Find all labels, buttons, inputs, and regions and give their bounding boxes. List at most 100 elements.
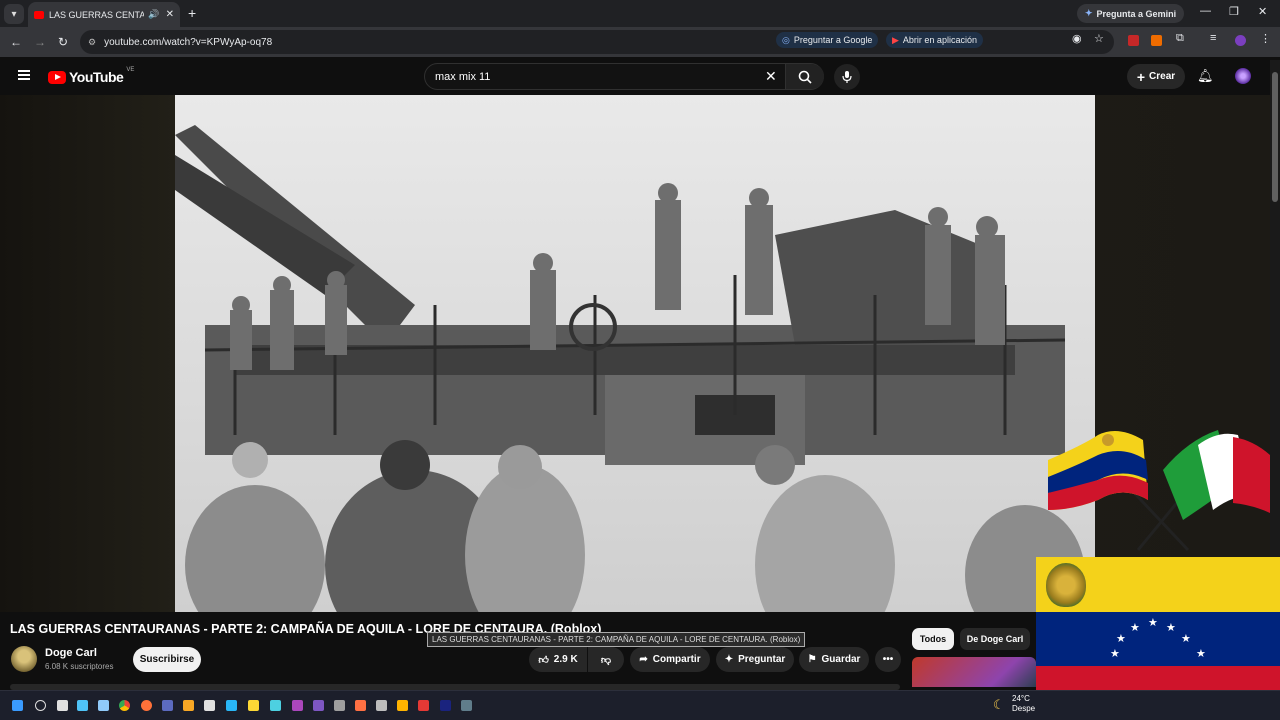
search-icon — [798, 70, 812, 84]
app-icon[interactable] — [270, 700, 281, 711]
create-label: Crear — [1149, 71, 1176, 82]
temperature: 24°C — [1012, 694, 1030, 703]
address-bar-row: ← → ↻ ⚙ youtube.com/watch?v=KPWyAp-oq78 … — [0, 27, 1280, 57]
reload-icon[interactable]: ↻ — [58, 35, 68, 49]
file-explorer-icon[interactable] — [183, 700, 194, 711]
task-view-icon[interactable] — [57, 700, 68, 711]
app-icon[interactable] — [248, 700, 259, 711]
save-button[interactable]: ⚑ Guardar — [799, 647, 869, 672]
forward-icon[interactable]: → — [34, 35, 46, 49]
voice-search-button[interactable] — [834, 64, 860, 90]
new-tab-icon[interactable]: + — [188, 5, 196, 21]
like-count: 2.9 K — [553, 654, 578, 665]
gemini-button[interactable]: ✦ Pregunta a Gemini — [1077, 4, 1185, 23]
more-icon: ••• — [882, 654, 894, 665]
windows-taskbar: ☾ 24°C Despe — [0, 690, 1280, 720]
app-icon[interactable] — [226, 700, 237, 711]
eye-icon[interactable]: ◉ — [1072, 32, 1082, 45]
account-avatar[interactable] — [1235, 68, 1251, 84]
sparkle-icon: ✦ — [724, 654, 734, 665]
windows-start-icon[interactable] — [12, 700, 23, 711]
filter-chip-channel[interactable]: De Doge Carl — [960, 628, 1030, 650]
flag-star-icon: ★ — [1148, 617, 1158, 629]
open-app-chip[interactable]: ▶ Abrir en aplicación — [886, 32, 983, 48]
gemini-icon: ✦ — [1085, 8, 1093, 18]
media-control-icon[interactable]: ≡ — [1210, 32, 1216, 44]
search-box: ✕ — [424, 63, 824, 90]
dislike-button[interactable]: 👎︎ — [588, 647, 624, 672]
weather-text: Despe — [1012, 704, 1036, 713]
search-input[interactable] — [425, 70, 755, 83]
app-icon[interactable] — [376, 700, 387, 711]
clear-search-icon[interactable]: ✕ — [765, 68, 777, 85]
close-window-icon[interactable]: ✕ — [1258, 5, 1267, 18]
more-actions-button[interactable]: ••• — [875, 647, 901, 672]
ask-google-chip[interactable]: ◎ Preguntar a Google — [776, 32, 879, 48]
close-tab-icon[interactable]: ✕ — [166, 9, 174, 20]
youtube-logo[interactable]: YouTube VE — [48, 67, 135, 85]
extension-red-icon[interactable] — [1128, 35, 1139, 46]
ask-label: Preguntar — [738, 654, 786, 665]
back-icon[interactable]: ← — [10, 35, 22, 49]
app-icon[interactable] — [418, 700, 429, 711]
like-button[interactable]: 👍︎ 2.9 K — [529, 647, 587, 672]
country-code: VE — [126, 67, 135, 73]
ask-button[interactable]: ✦ Preguntar — [716, 647, 794, 672]
share-label: Compartir — [652, 654, 701, 665]
mail-icon[interactable] — [98, 700, 109, 711]
teams-icon[interactable] — [162, 700, 173, 711]
extension-orange-icon[interactable] — [1151, 35, 1162, 46]
bookmark-star-icon[interactable]: ☆ — [1094, 32, 1104, 45]
share-button[interactable]: ➦ Compartir — [630, 647, 710, 672]
firefox-icon[interactable] — [141, 700, 152, 711]
restore-icon[interactable]: ❐ — [1229, 5, 1239, 18]
copilot-icon[interactable] — [77, 700, 88, 711]
browser-tab-bar: ▾ LAS GUERRAS CENTAURANAS - PARTE 2 🔊 ✕ … — [0, 0, 1280, 27]
tab-search-button[interactable]: ▾ — [4, 4, 24, 24]
recommended-video-thumbnail[interactable] — [912, 657, 1036, 687]
channel-avatar[interactable] — [11, 646, 37, 672]
flag-star-icon: ★ — [1130, 622, 1140, 634]
create-button[interactable]: + Crear — [1127, 64, 1185, 89]
moon-weather-icon[interactable]: ☾ — [993, 697, 1005, 713]
speaker-icon[interactable]: 🔊 — [148, 9, 159, 20]
scrollbar-thumb[interactable] — [1272, 72, 1278, 202]
site-info-icon[interactable]: ⚙ — [88, 37, 96, 48]
notifications-bell-icon[interactable]: 🔔︎ — [1197, 68, 1214, 84]
app-icon[interactable] — [440, 700, 451, 711]
video-player[interactable] — [175, 95, 1095, 612]
thumbs-up-icon: 👍︎ — [538, 654, 549, 666]
flag-star-icon: ★ — [1196, 648, 1206, 660]
hamburger-menu-icon[interactable] — [18, 70, 30, 80]
flag-star-icon: ★ — [1110, 648, 1120, 660]
youtube-wordmark: YouTube — [69, 69, 124, 85]
profile-avatar-icon[interactable] — [1235, 35, 1246, 46]
app-icon[interactable] — [292, 700, 303, 711]
browser-tab[interactable]: LAS GUERRAS CENTAURANAS - PARTE 2 🔊 ✕ — [28, 2, 180, 27]
search-button[interactable] — [785, 64, 824, 89]
youtube-header: YouTube VE ✕ + Crear 🔔︎ — [0, 57, 1280, 95]
weather-widget[interactable]: 24°C Despe — [1012, 694, 1035, 714]
subscribe-button[interactable]: Suscribirse — [133, 647, 201, 672]
flag-star-icon: ★ — [1181, 633, 1191, 645]
taskbar-search-icon[interactable] — [35, 700, 46, 711]
app-icon[interactable] — [355, 700, 366, 711]
thumbs-down-icon: 👎︎ — [600, 654, 612, 666]
flag-star-icon: ★ — [1166, 622, 1176, 634]
plus-icon: + — [1136, 68, 1146, 85]
tab-title: LAS GUERRAS CENTAURANAS - PARTE 2 — [49, 9, 145, 20]
save-label: Guardar — [821, 654, 861, 665]
store-icon[interactable] — [204, 700, 215, 711]
app-icon[interactable] — [461, 700, 472, 711]
filter-chip-all[interactable]: Todos — [912, 628, 954, 650]
extensions-puzzle-icon[interactable]: ⧉ — [1176, 32, 1184, 45]
app-icon[interactable] — [313, 700, 324, 711]
subscriber-count: 6.08 K suscriptores — [45, 662, 114, 671]
minimize-icon[interactable]: — — [1200, 5, 1211, 17]
youtube-play-icon — [48, 70, 66, 84]
chrome-icon[interactable] — [119, 700, 130, 711]
app-icon[interactable] — [334, 700, 345, 711]
channel-name[interactable]: Doge Carl — [45, 647, 97, 659]
app-icon[interactable] — [397, 700, 408, 711]
browser-menu-icon[interactable]: ⋮ — [1260, 32, 1271, 45]
